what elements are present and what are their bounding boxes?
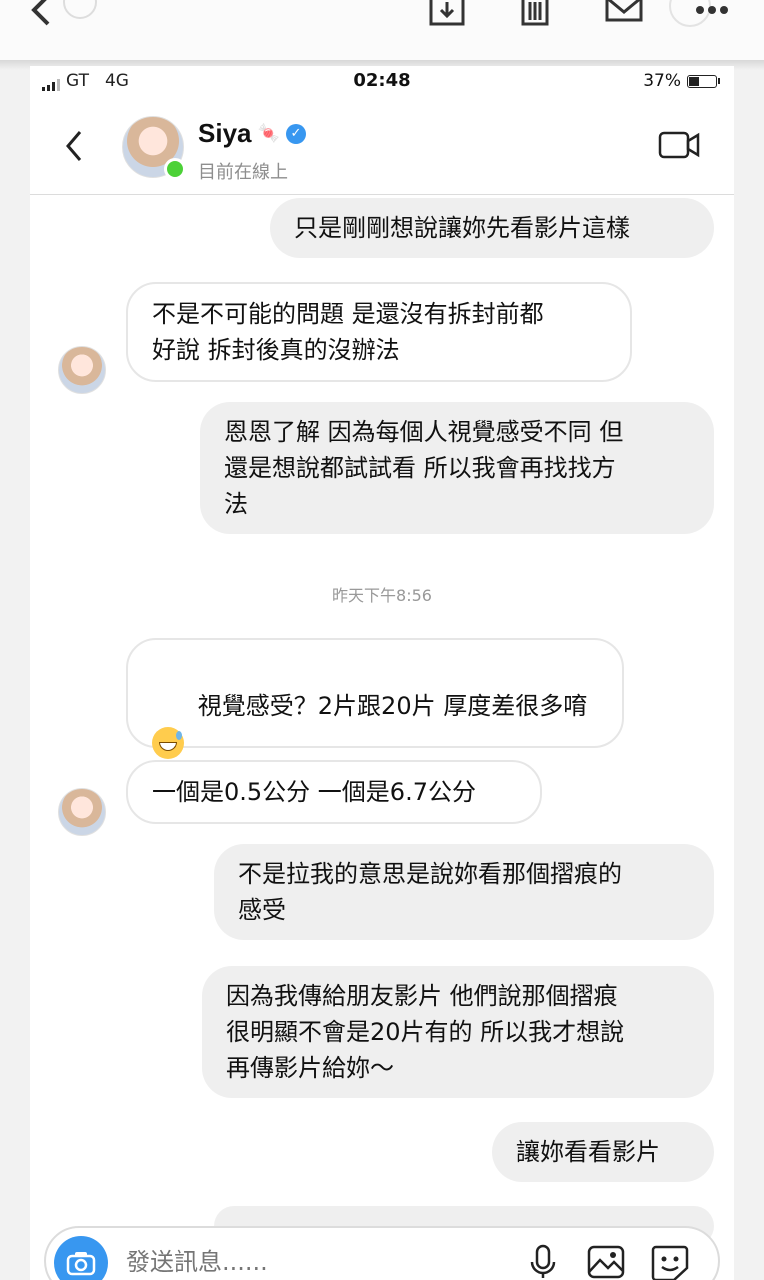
message-bubble[interactable]: 視覺感受？2片跟20片 厚度差很多唷 [126, 638, 624, 759]
outer-back-icon[interactable] [26, 0, 56, 36]
trash-icon[interactable] [518, 0, 552, 34]
message-bubble[interactable]: 恩恩了解 因為每個人視覺感受不同 但 還是想說都試試看 所以我會再找找方 法 [200, 402, 714, 534]
contact-avatar-small [58, 346, 106, 394]
microphone-icon[interactable] [528, 1244, 558, 1280]
message-composer [44, 1226, 720, 1280]
presence-status: 目前在線上 [198, 162, 288, 183]
timestamp: 昨天下午8:56 [332, 586, 432, 605]
chat-header: Siya 🍬 ✓ 目前在線上 [30, 96, 734, 195]
message-bubble[interactable]: 不是拉我的意思是說妳看那個摺痕的 感受 [214, 844, 714, 940]
candy-emoji-icon: 🍬 [257, 123, 280, 144]
message-bubble[interactable]: 因為我傳給朋友影片 他們說那個摺痕 很明顯不會是20片有的 所以我才想說 再傳影… [202, 966, 714, 1098]
message-input[interactable] [126, 1248, 426, 1276]
chat-screenshot: GT 4G 02:48 37% Siya 🍬 ✓ 目前在線上 只是剛剛想說讓妳先… [30, 66, 734, 1280]
message-bubble[interactable]: 一個是0.5公分 一個是6.7公分 [126, 760, 542, 824]
online-indicator [164, 158, 186, 180]
message-bubble[interactable]: 不是不可能的問題 是還沒有拆封前都 好說 拆封後真的沒辦法 [126, 282, 632, 382]
grinning-sweat-emoji-icon [152, 727, 184, 759]
battery-info: 37% [643, 71, 720, 91]
video-call-icon[interactable] [658, 130, 700, 164]
mail-icon[interactable] [604, 0, 644, 30]
sticker-icon[interactable] [650, 1244, 690, 1280]
battery-tip [718, 78, 720, 84]
status-bar: GT 4G 02:48 37% [30, 66, 734, 96]
outer-emoji-icon[interactable] [60, 0, 100, 32]
download-icon[interactable] [428, 0, 468, 34]
back-chevron-icon[interactable] [64, 130, 84, 166]
camera-icon[interactable] [54, 1236, 108, 1280]
battery-icon [687, 74, 717, 88]
message-bubble[interactable]: 讓妳看看影片 [492, 1122, 714, 1182]
message-bubble[interactable]: 只是剛剛想說讓妳先看影片這樣 [270, 198, 714, 258]
outer-toolbar [0, 0, 764, 60]
verified-badge-icon: ✓ [285, 123, 306, 144]
contact-name-row[interactable]: Siya 🍬 ✓ [198, 118, 306, 149]
battery-percent: 37% [643, 71, 681, 91]
message-thread: 只是剛剛想說讓妳先看影片這樣 不是不可能的問題 是還沒有拆封前都 好說 拆封後真… [30, 194, 734, 1246]
gallery-icon[interactable] [586, 1244, 626, 1280]
message-text: 視覺感受？2片跟20片 厚度差很多唷 [197, 692, 588, 720]
contact-name: Siya [198, 118, 252, 148]
contact-avatar-small [58, 788, 106, 836]
more-icon[interactable] [694, 0, 734, 24]
clock: 02:48 [353, 70, 411, 91]
